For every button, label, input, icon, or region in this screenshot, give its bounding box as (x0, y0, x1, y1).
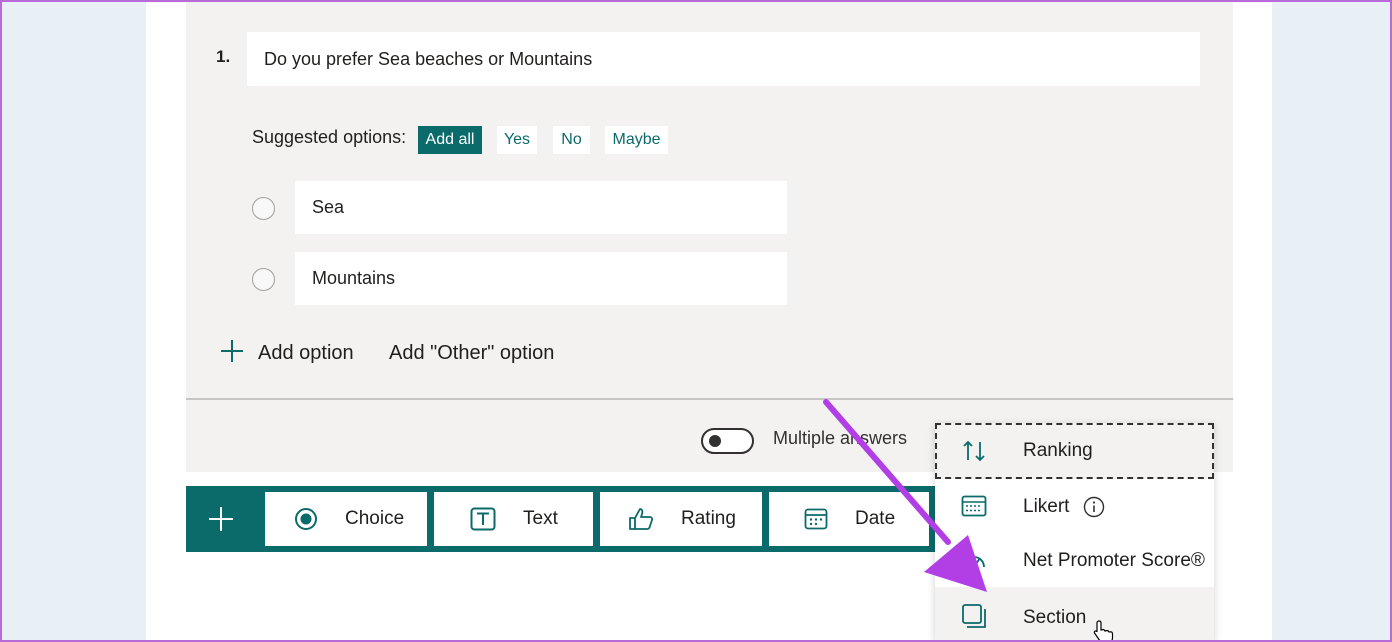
ranking-icon (963, 440, 985, 462)
add-other-option-link[interactable]: Add "Other" option (389, 342, 554, 365)
suggested-chip-maybe[interactable]: Maybe (605, 126, 668, 154)
menu-item-likert-label: Likert (1023, 496, 1070, 517)
calendar-icon (804, 508, 828, 530)
menu-item-ranking[interactable]: Ranking (935, 423, 1214, 479)
menu-item-section[interactable]: Section (935, 587, 1214, 642)
section-icon (962, 604, 986, 628)
choice-label: Choice (345, 508, 405, 529)
text-label: Text (523, 508, 558, 529)
suggested-chip-yes[interactable]: Yes (497, 126, 537, 154)
option-input-mountains[interactable]: Mountains (295, 252, 787, 305)
likert-icon (961, 495, 987, 517)
add-question-plus-icon[interactable] (208, 506, 234, 532)
text-button[interactable]: Text (434, 492, 593, 546)
gauge-icon (963, 556, 985, 568)
card-divider (186, 398, 1233, 400)
question-number: 1. (216, 47, 231, 66)
multiple-answers-label: Multiple answers (773, 428, 908, 448)
option-radio-mountains[interactable] (252, 268, 275, 291)
more-question-types-menu: Ranking Likert Net Promoter Score® Secti… (935, 423, 1214, 642)
add-all-button[interactable]: Add all (418, 126, 482, 154)
info-icon[interactable] (1083, 496, 1105, 518)
menu-item-nps-label: Net Promoter Score® (1023, 550, 1205, 571)
add-option-link[interactable]: Add option (258, 342, 354, 365)
multiple-answers-toggle[interactable] (701, 428, 754, 454)
menu-item-likert[interactable]: Likert (935, 479, 1214, 535)
hand-pointer-icon (1093, 620, 1114, 642)
text-icon (470, 507, 496, 531)
rating-label: Rating (681, 508, 736, 529)
date-label: Date (855, 508, 896, 529)
option-radio-sea[interactable] (252, 197, 275, 220)
question-title-input[interactable]: Do you prefer Sea beaches or Mountains (247, 32, 1200, 86)
option-input-sea[interactable]: Sea (295, 181, 787, 234)
choice-icon (295, 508, 317, 530)
date-button[interactable]: Date (769, 492, 929, 546)
choice-button[interactable]: Choice (265, 492, 427, 546)
thumbs-up-icon (629, 508, 654, 530)
rating-button[interactable]: Rating (600, 492, 762, 546)
suggested-chip-no[interactable]: No (553, 126, 590, 154)
menu-item-ranking-label: Ranking (1023, 440, 1093, 461)
menu-item-section-label: Section (1023, 607, 1087, 628)
add-option-plus-icon[interactable] (220, 339, 244, 363)
toggle-knob (709, 435, 721, 447)
suggested-options-label: Suggested options: (252, 127, 407, 147)
menu-item-net-promoter-score[interactable]: Net Promoter Score® (935, 533, 1214, 589)
